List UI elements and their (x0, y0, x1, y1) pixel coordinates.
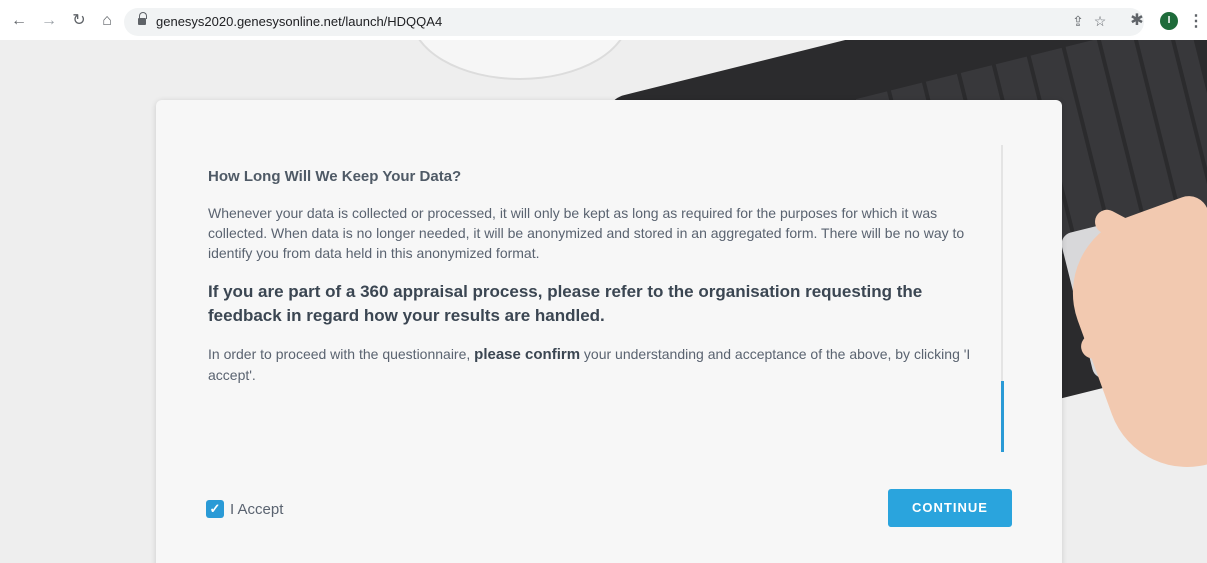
lock-icon[interactable] (138, 12, 147, 26)
browser-toolbar: ← → ↻ ⌂ genesys2020.genesysonline.net/la… (0, 0, 1207, 40)
appraisal-notice: If you are part of a 360 appraisal proce… (208, 282, 923, 325)
url-text[interactable]: genesys2020.genesysonline.net/launch/HDQ… (156, 14, 442, 29)
puzzle-icon[interactable]: ✱ (1128, 12, 1146, 30)
accept-label[interactable]: I Accept (230, 501, 283, 518)
reload-icon[interactable]: ↻ (70, 12, 88, 30)
confirm-prefix: In order to proceed with the questionnai… (208, 346, 475, 362)
star-icon[interactable]: ☆ (1092, 13, 1108, 29)
card-content: How Long Will We Keep Your Data? Wheneve… (208, 168, 998, 385)
accept-checkbox[interactable]: ✓ (206, 500, 224, 518)
avatar[interactable]: I (1160, 12, 1178, 30)
section-heading: How Long Will We Keep Your Data? (208, 168, 462, 185)
accept-checkbox-row[interactable]: ✓ I Accept (206, 500, 283, 518)
forward-arrow-icon[interactable]: → (40, 12, 58, 30)
address-bar[interactable]: genesys2020.genesysonline.net/launch/HDQ… (124, 8, 1144, 36)
confirm-emphasis: please confirm (474, 346, 581, 363)
consent-card: How Long Will We Keep Your Data? Wheneve… (156, 100, 1062, 563)
confirm-paragraph: In order to proceed with the questionnai… (208, 344, 998, 385)
cup-shape (410, 40, 630, 80)
back-arrow-icon[interactable]: ← (10, 12, 28, 30)
scrollbar-thumb[interactable] (1001, 381, 1004, 452)
continue-button[interactable]: CONTINUE (888, 489, 1012, 527)
share-icon[interactable]: ⇪ (1070, 13, 1086, 29)
home-icon[interactable]: ⌂ (98, 12, 116, 30)
kebab-menu-icon[interactable]: ⋮ (1188, 11, 1204, 31)
retention-paragraph: Whenever your data is collected or proce… (208, 205, 965, 261)
